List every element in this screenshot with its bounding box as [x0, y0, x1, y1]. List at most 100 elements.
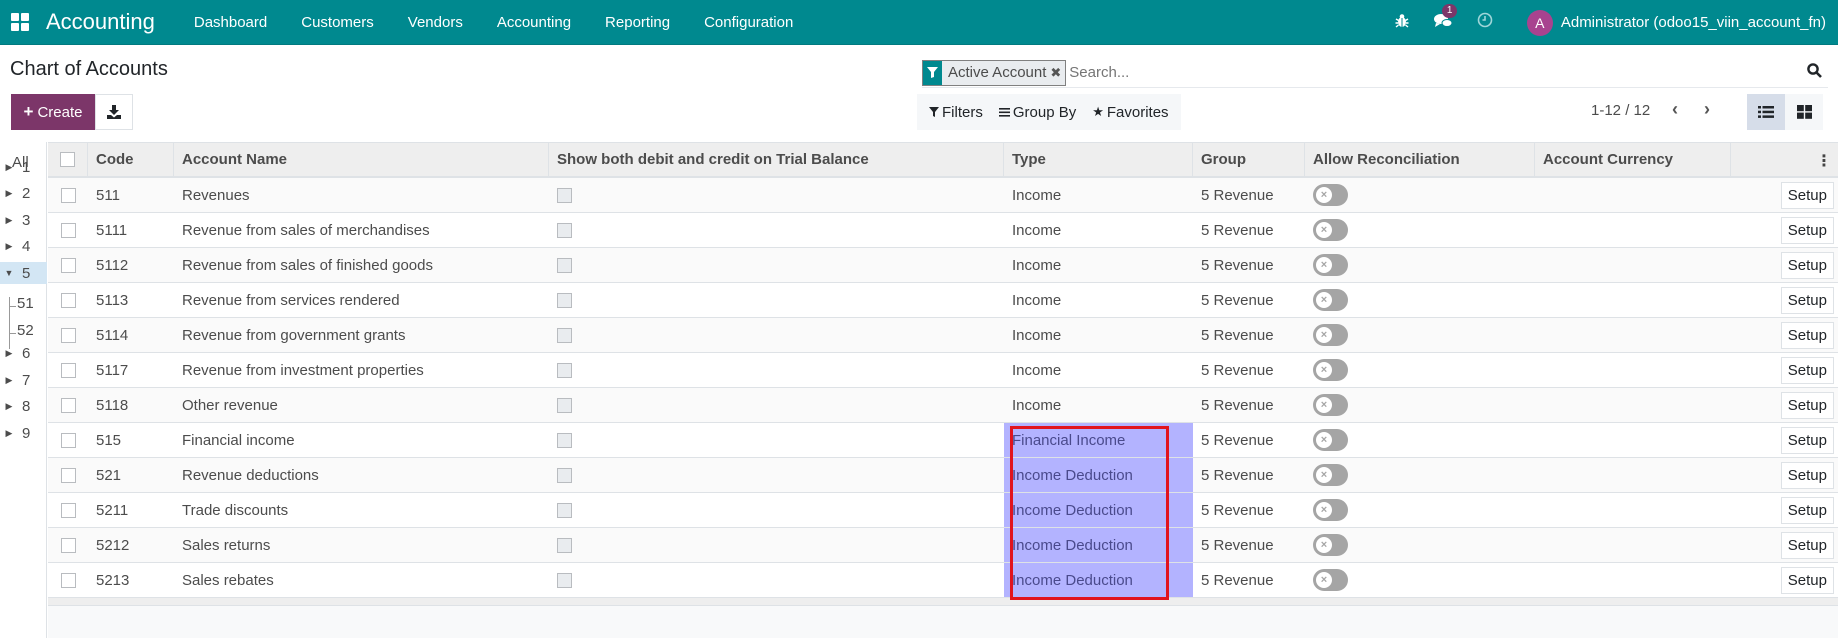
table-row[interactable]: 521 Revenue deductions Income Deduction 5 R…: [48, 458, 1838, 493]
messages-icon[interactable]: 1: [1433, 3, 1458, 33]
reconciliation-toggle[interactable]: ×: [1313, 359, 1348, 381]
table-row[interactable]: 5112 Revenue from sales of finished goods…: [48, 248, 1838, 283]
trial-balance-checkbox[interactable]: [557, 432, 572, 448]
table-row[interactable]: 5213 Sales rebates Income Deduction 5 Reven…: [48, 563, 1838, 598]
tree-item-5[interactable]: ▼ 5: [0, 262, 47, 284]
row-checkbox[interactable]: [60, 432, 76, 448]
tree-item-1[interactable]: ▶ 1: [0, 156, 47, 178]
setup-button[interactable]: Setup: [1780, 496, 1834, 524]
row-checkbox[interactable]: [60, 572, 76, 588]
reconciliation-toggle[interactable]: ×: [1313, 499, 1348, 521]
row-checkbox[interactable]: [60, 292, 76, 308]
trial-balance-checkbox[interactable]: [557, 327, 572, 343]
table-row[interactable]: 5117 Revenue from investment properties In…: [48, 353, 1838, 388]
trial-balance-checkbox[interactable]: [557, 222, 572, 238]
table-row[interactable]: 5114 Revenue from government grants Income…: [48, 318, 1838, 353]
reconciliation-toggle[interactable]: ×: [1313, 219, 1348, 241]
setup-button[interactable]: Setup: [1780, 391, 1834, 419]
kanban-view-button[interactable]: [1785, 94, 1823, 130]
tree-item-9[interactable]: ▶ 9: [0, 422, 47, 444]
apps-menu-icon[interactable]: [11, 13, 29, 31]
app-brand[interactable]: Accounting: [46, 9, 155, 35]
table-row[interactable]: 5212 Sales returns Income Deduction 5 Reven…: [48, 528, 1838, 563]
tree-item-7[interactable]: ▶ 7: [0, 369, 47, 391]
menu-accounting[interactable]: Accounting: [497, 14, 571, 31]
trial-balance-checkbox[interactable]: [557, 502, 572, 518]
setup-button[interactable]: Setup: [1780, 461, 1834, 489]
setup-button[interactable]: Setup: [1780, 321, 1834, 349]
menu-customers[interactable]: Customers: [301, 14, 374, 31]
trial-balance-checkbox[interactable]: [557, 292, 572, 308]
tree-item-4[interactable]: ▶ 4: [0, 236, 47, 258]
column-header-group[interactable]: Group: [1193, 143, 1305, 176]
trial-balance-checkbox[interactable]: [557, 362, 572, 378]
table-row[interactable]: 511 Revenues Income 5 Revenue × Setup: [48, 178, 1838, 213]
setup-button[interactable]: Setup: [1780, 216, 1834, 244]
create-button[interactable]: + Create: [11, 94, 95, 130]
user-avatar[interactable]: A: [1526, 9, 1553, 36]
reconciliation-toggle[interactable]: ×: [1313, 534, 1348, 556]
table-row[interactable]: 5118 Other revenue Income 5 Revenue × Setup: [48, 388, 1838, 423]
reconciliation-toggle[interactable]: ×: [1313, 289, 1348, 311]
reconciliation-toggle[interactable]: ×: [1313, 464, 1348, 486]
column-header-account-name[interactable]: Account Name: [174, 143, 549, 176]
row-checkbox[interactable]: [60, 397, 76, 413]
trial-balance-checkbox[interactable]: [557, 257, 572, 273]
menu-configuration[interactable]: Configuration: [704, 14, 793, 31]
optional-columns-kebab-icon[interactable]: ⋮: [1816, 151, 1832, 171]
tree-subitem-52[interactable]: 52: [9, 322, 34, 339]
tree-subitem-51[interactable]: 51: [9, 295, 34, 312]
pager-next-icon[interactable]: ›: [1704, 99, 1710, 120]
reconciliation-toggle[interactable]: ×: [1313, 569, 1348, 591]
search-input[interactable]: [1069, 64, 1828, 81]
debug-bug-icon[interactable]: [1395, 13, 1409, 32]
list-view-button[interactable]: [1747, 94, 1785, 130]
trial-balance-checkbox[interactable]: [557, 397, 572, 413]
row-checkbox[interactable]: [60, 257, 76, 273]
trial-balance-checkbox[interactable]: [557, 467, 572, 483]
filters-button[interactable]: Filters: [929, 104, 983, 121]
trial-balance-checkbox[interactable]: [557, 187, 572, 203]
facet-remove-icon[interactable]: ✖: [1050, 61, 1065, 85]
row-checkbox[interactable]: [60, 502, 76, 518]
select-all-checkbox[interactable]: [60, 152, 75, 167]
export-download-button[interactable]: [95, 94, 133, 130]
favorites-button[interactable]: ★ Favorites: [1092, 104, 1168, 121]
reconciliation-toggle[interactable]: ×: [1313, 324, 1348, 346]
column-header-account-currency[interactable]: Account Currency: [1535, 143, 1731, 176]
column-header-type[interactable]: Type: [1004, 143, 1193, 176]
row-checkbox[interactable]: [60, 537, 76, 553]
group-by-button[interactable]: Group By: [998, 104, 1076, 121]
column-header-show-debit-credit[interactable]: Show both debit and credit on Trial Bala…: [549, 143, 1004, 176]
trial-balance-checkbox[interactable]: [557, 537, 572, 553]
column-header-allow-reconciliation[interactable]: Allow Reconciliation: [1305, 143, 1535, 176]
reconciliation-toggle[interactable]: ×: [1313, 184, 1348, 206]
user-menu[interactable]: Administrator (odoo15_viin_account_fn): [1561, 14, 1826, 31]
activity-clock-icon[interactable]: [1477, 12, 1493, 33]
menu-reporting[interactable]: Reporting: [605, 14, 670, 31]
setup-button[interactable]: Setup: [1780, 531, 1834, 559]
table-row[interactable]: 5111 Revenue from sales of merchandises In…: [48, 213, 1838, 248]
setup-button[interactable]: Setup: [1780, 286, 1834, 314]
row-checkbox[interactable]: [60, 327, 76, 343]
row-checkbox[interactable]: [60, 467, 76, 483]
reconciliation-toggle[interactable]: ×: [1313, 254, 1348, 276]
tree-item-6[interactable]: ▶ 6: [0, 343, 47, 365]
row-checkbox[interactable]: [60, 222, 76, 238]
menu-vendors[interactable]: Vendors: [408, 14, 463, 31]
reconciliation-toggle[interactable]: ×: [1313, 429, 1348, 451]
tree-item-8[interactable]: ▶ 8: [0, 396, 47, 418]
column-header-code[interactable]: Code: [88, 143, 174, 176]
setup-button[interactable]: Setup: [1780, 426, 1834, 454]
setup-button[interactable]: Setup: [1780, 566, 1834, 594]
row-checkbox[interactable]: [60, 187, 76, 203]
setup-button[interactable]: Setup: [1780, 356, 1834, 384]
table-row[interactable]: 5211 Trade discounts Income Deduction 5 Rev…: [48, 493, 1838, 528]
tree-item-3[interactable]: ▶ 3: [0, 209, 47, 231]
search-facet-active-account[interactable]: Active Account ✖: [922, 59, 1067, 86]
pager-previous-icon[interactable]: ‹: [1672, 99, 1678, 120]
pager-value[interactable]: 1-12 / 12: [1591, 102, 1650, 119]
menu-dashboard[interactable]: Dashboard: [194, 14, 267, 31]
setup-button[interactable]: Setup: [1780, 181, 1834, 209]
reconciliation-toggle[interactable]: ×: [1313, 394, 1348, 416]
